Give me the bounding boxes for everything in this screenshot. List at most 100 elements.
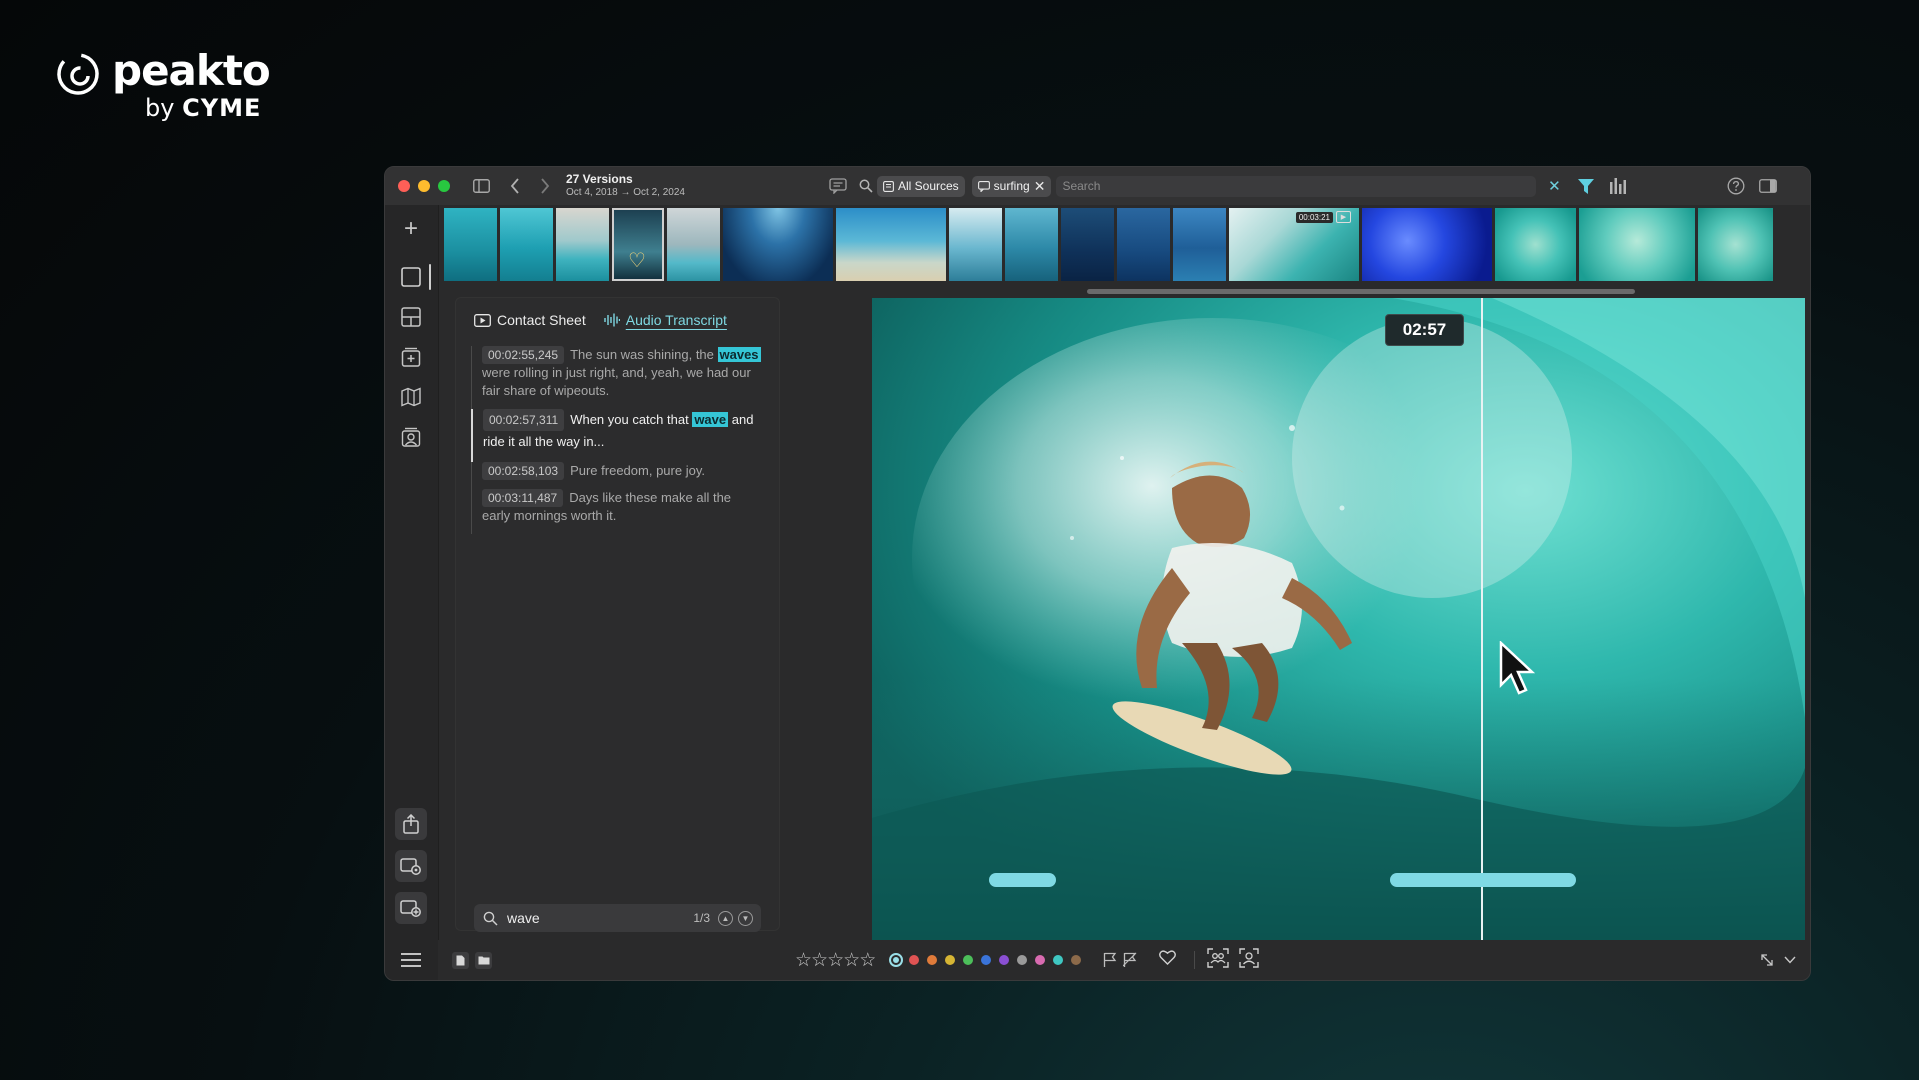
file-icon[interactable]	[452, 951, 469, 969]
all-sources-label: All Sources	[897, 179, 959, 193]
share-icon[interactable]	[395, 808, 427, 840]
map-icon[interactable]	[395, 381, 427, 413]
media-settings-icon[interactable]	[395, 850, 427, 882]
thumbnail[interactable]	[1005, 208, 1058, 281]
zoom-window-button[interactable]	[438, 180, 450, 192]
date-range: Oct 4, 2018 → Oct 2, 2024	[566, 187, 685, 199]
thumbnail[interactable]	[1173, 208, 1226, 281]
help-icon[interactable]	[1726, 177, 1746, 195]
timestamp[interactable]: 00:02:58,103	[482, 462, 565, 480]
rating-stars[interactable]: ☆ ☆ ☆ ☆ ☆	[795, 949, 876, 972]
thumbnail[interactable]	[949, 208, 1002, 281]
color-label-green[interactable]	[963, 955, 974, 965]
thumbnail[interactable]	[723, 208, 833, 281]
play-rect-icon	[474, 313, 491, 327]
color-label-red[interactable]	[909, 955, 920, 965]
search-input[interactable]: Search	[1056, 175, 1537, 197]
histogram-icon[interactable]	[1608, 178, 1628, 194]
viewer-size-controls	[1760, 953, 1796, 967]
star-icon[interactable]: ☆	[795, 949, 812, 972]
color-label-teal[interactable]	[1053, 955, 1064, 965]
brand-name: peakto	[112, 46, 271, 95]
color-label-gray[interactable]	[1017, 955, 1028, 965]
playhead[interactable]	[1481, 298, 1483, 941]
previous-match-icon[interactable]: ▲	[718, 910, 733, 926]
star-icon[interactable]: ☆	[811, 949, 828, 972]
chevron-down-icon[interactable]	[1784, 956, 1796, 964]
add-media-icon[interactable]	[395, 892, 427, 924]
clear-search-icon[interactable]: ✕	[1546, 177, 1562, 195]
back-chevron-icon[interactable]	[506, 178, 524, 194]
reject-flag-icon[interactable]	[1123, 952, 1137, 968]
menu-icon[interactable]	[395, 944, 427, 976]
thumbnail[interactable]	[667, 208, 720, 281]
minimize-window-button[interactable]	[418, 180, 430, 192]
panel-tabs: Contact Sheet Audio Transcript	[474, 312, 727, 328]
timestamp[interactable]: 00:03:11,487	[482, 489, 564, 507]
transcript-entry[interactable]: 00:02:58,103 Pure freedom, pure joy.	[472, 462, 762, 489]
filmstrip-scrollbar[interactable]	[1087, 289, 1635, 294]
color-label-purple[interactable]	[999, 955, 1010, 965]
library-icon	[883, 180, 894, 192]
video-thumbnail[interactable]: 00:03:21 ▶	[1229, 208, 1359, 281]
surfer-photo	[872, 298, 1805, 941]
thumbnail[interactable]	[444, 208, 497, 281]
flag-icon[interactable]	[1103, 952, 1117, 968]
thumbnail[interactable]	[1579, 208, 1695, 281]
match-counter: 1/3	[693, 911, 710, 925]
color-label-brown[interactable]	[1071, 955, 1082, 965]
comment-icon[interactable]	[827, 178, 849, 194]
video-viewer[interactable]	[872, 298, 1805, 941]
remove-tag-icon[interactable]: ✕	[1034, 178, 1046, 195]
filter-icon[interactable]	[1576, 178, 1596, 195]
inspector-toggle-icon[interactable]	[1758, 179, 1778, 193]
grid-view-icon[interactable]	[395, 301, 427, 333]
heart-icon[interactable]	[1159, 950, 1177, 970]
search-highlight: wave	[692, 412, 729, 427]
transcript-search-value[interactable]: wave	[507, 910, 693, 926]
people-icon[interactable]	[395, 421, 427, 453]
color-label-pink[interactable]	[1035, 955, 1046, 965]
thumbnail-selected[interactable]: ♡	[612, 208, 664, 281]
star-icon[interactable]: ☆	[843, 949, 860, 972]
thumbnail[interactable]	[1362, 208, 1492, 281]
surfing-tag-chip[interactable]: surfing ✕	[971, 175, 1052, 197]
timestamp[interactable]: 00:02:55,245	[482, 346, 565, 364]
forward-chevron-icon[interactable]	[536, 178, 554, 194]
thumbnail[interactable]	[1698, 208, 1773, 281]
no-color-label[interactable]	[889, 953, 904, 967]
sidebar-toggle-icon[interactable]	[470, 179, 492, 193]
word-match-segment[interactable]	[989, 873, 1056, 887]
word-match-segment[interactable]	[1390, 873, 1576, 887]
folder-icon[interactable]	[475, 951, 492, 969]
thumbnail[interactable]	[1495, 208, 1576, 281]
thumbnail[interactable]	[500, 208, 553, 281]
face-detect-icon[interactable]	[1239, 947, 1259, 973]
add-icon[interactable]: +	[395, 213, 427, 245]
timestamp[interactable]: 00:02:57,311	[483, 409, 565, 431]
thumbnail[interactable]	[556, 208, 609, 281]
thumbnail[interactable]	[1117, 208, 1170, 281]
resize-arrows-icon[interactable]	[1760, 953, 1774, 967]
single-view-icon[interactable]	[395, 261, 427, 293]
star-icon[interactable]: ☆	[859, 949, 876, 972]
thumbnail[interactable]	[1061, 208, 1114, 281]
add-to-album-icon[interactable]	[395, 341, 427, 373]
all-sources-chip[interactable]: All Sources	[876, 175, 965, 197]
color-label-orange[interactable]	[927, 955, 938, 965]
face-group-icon[interactable]	[1207, 947, 1229, 973]
tab-audio-transcript[interactable]: Audio Transcript	[604, 312, 727, 328]
transcript-entry-current[interactable]: 00:02:57,311 When you catch that wave and…	[471, 409, 762, 462]
color-label-blue[interactable]	[981, 955, 992, 965]
star-icon[interactable]: ☆	[827, 949, 844, 972]
tab-contact-sheet[interactable]: Contact Sheet	[474, 312, 586, 328]
search-icon[interactable]	[857, 179, 875, 193]
color-label-yellow[interactable]	[945, 955, 956, 965]
transcript-entry[interactable]: 00:03:11,487 Days like these make all the…	[472, 489, 762, 534]
close-window-button[interactable]	[398, 180, 410, 192]
divider	[1194, 951, 1196, 969]
thumbnail[interactable]	[836, 208, 946, 281]
transcript-search-field[interactable]: wave 1/3 ▲ ▼	[474, 904, 761, 932]
next-match-icon[interactable]: ▼	[738, 910, 753, 926]
transcript-entry[interactable]: 00:02:55,245 The sun was shining, the wav…	[472, 346, 762, 409]
